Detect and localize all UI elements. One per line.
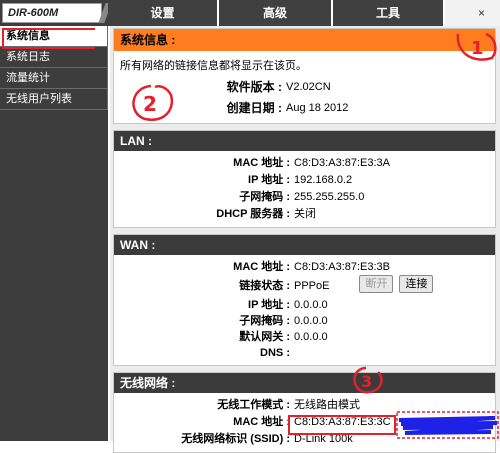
wireless-mode-label: 无线工作模式 : (217, 399, 290, 411)
wan-status-row: 链接状态 : PPPoE 断开 连接 (120, 275, 489, 297)
build-date-row: 创建日期 : Aug 18 2012 (120, 98, 489, 119)
tab-setup[interactable]: 设置 (108, 0, 219, 26)
wan-status-label: 链接状态 : (239, 280, 290, 292)
wireless-ssid-row: 无线网络标识 (SSID) : D-Link 100k (120, 431, 489, 448)
wan-dns-label: DNS : (260, 347, 290, 359)
build-date-label: 创建日期 : (226, 101, 282, 115)
wan-panel: WAN : MAC 地址 : C8:D3:A3:87:E3:3B 链接状态 : … (113, 234, 496, 366)
lan-subnet-value: 255.255.255.0 (294, 191, 365, 203)
wan-subnet-row: 子网掩码 : 0.0.0.0 (120, 313, 489, 329)
tab-tools[interactable]: 工具 (333, 0, 445, 26)
wireless-mac-value: C8:D3:A3:87:E3:3C (294, 416, 391, 428)
wan-dns-value (292, 345, 294, 361)
lan-ip-label: IP 地址 : (248, 174, 290, 186)
build-date-value: Aug 18 2012 (286, 102, 349, 114)
wan-gateway-label: 默认网关 : (239, 331, 290, 343)
wan-subnet-value: 0.0.0.0 (294, 315, 328, 327)
wireless-mac-label: MAC 地址 : (233, 416, 290, 428)
system-info-intro: 所有网络的链接信息都将显示在该页。 (120, 60, 307, 72)
wan-mac-value: C8:D3:A3:87:E3:3B (294, 261, 391, 273)
sidebar-item-wireless-clients[interactable]: 无线用户列表 (0, 89, 108, 110)
wan-title: WAN : (114, 235, 495, 255)
wan-ip-value: 0.0.0.0 (294, 299, 328, 311)
wireless-mode-value: 无线路由模式 (294, 399, 360, 411)
lan-dhcp-label: DHCP 服务器 : (216, 208, 290, 220)
annotation-highlight-box (2, 28, 95, 49)
close-icon[interactable]: × (478, 6, 485, 20)
tab-advanced[interactable]: 高级 (219, 0, 333, 26)
wan-mac-label: MAC 地址 : (233, 261, 290, 273)
system-info-title: 系统信息 : (114, 29, 495, 51)
firmware-value: V2.02CN (286, 81, 331, 93)
wan-gateway-row: 默认网关 : 0.0.0.0 (120, 329, 489, 345)
wireless-ssid-label: 无线网络标识 (SSID) : (181, 433, 290, 445)
wan-ip-row: IP 地址 : 0.0.0.0 (120, 297, 489, 313)
sidebar-item-system-log[interactable]: 系统日志 (0, 47, 108, 68)
wan-mac-row: MAC 地址 : C8:D3:A3:87:E3:3B (120, 259, 489, 275)
main-tabs: 设置 高级 工具 × (108, 0, 500, 26)
system-info-panel: 系统信息 : 所有网络的链接信息都将显示在该页。 软件版本 : V2.02CN … (113, 28, 496, 124)
wireless-title: 无线网络 : (114, 373, 495, 393)
wan-status-value: PPPoE (294, 280, 330, 292)
lan-mac-value: C8:D3:A3:87:E3:3A (294, 157, 391, 169)
top-navigation-bar: DIR-600M 设置 高级 工具 × (0, 0, 500, 26)
lan-ip-row: IP 地址 : 192.168.0.2 (120, 172, 489, 189)
lan-dhcp-row: DHCP 服务器 : 关闭 (120, 206, 489, 223)
wan-ip-label: IP 地址 : (248, 299, 290, 311)
lan-subnet-label: 子网掩码 : (239, 191, 290, 203)
firmware-label: 软件版本 : (226, 80, 282, 94)
lan-dhcp-value: 关闭 (294, 208, 316, 220)
lan-subnet-row: 子网掩码 : 255.255.255.0 (120, 189, 489, 206)
wan-gateway-value: 0.0.0.0 (294, 331, 328, 343)
tab-status[interactable]: × (445, 0, 500, 26)
disconnect-button[interactable]: 断开 (359, 275, 394, 293)
wireless-mac-row: MAC 地址 : C8:D3:A3:87:E3:3C (120, 414, 489, 431)
wan-subnet-label: 子网掩码 : (239, 315, 290, 327)
sidebar: 系统信息 系统日志 流量统计 无线用户列表 (0, 26, 108, 441)
lan-title: LAN : (114, 131, 495, 151)
sidebar-item-traffic-stats[interactable]: 流量统计 (0, 68, 108, 89)
lan-mac-row: MAC 地址 : C8:D3:A3:87:E3:3A (120, 155, 489, 172)
wireless-ssid-value: D-Link 100k (294, 433, 353, 445)
firmware-row: 软件版本 : V2.02CN (120, 77, 489, 98)
lan-mac-label: MAC 地址 : (233, 157, 290, 169)
model-logo: DIR-600M (2, 3, 102, 23)
main-content: 系统信息 : 所有网络的链接信息都将显示在该页。 软件版本 : V2.02CN … (110, 26, 500, 453)
wireless-mode-row: 无线工作模式 : 无线路由模式 (120, 397, 489, 414)
connect-button[interactable]: 连接 (399, 275, 434, 293)
wan-dns-row: DNS : (120, 345, 489, 361)
lan-ip-value: 192.168.0.2 (294, 174, 353, 186)
lan-panel: LAN : MAC 地址 : C8:D3:A3:87:E3:3A IP 地址 :… (113, 130, 496, 228)
